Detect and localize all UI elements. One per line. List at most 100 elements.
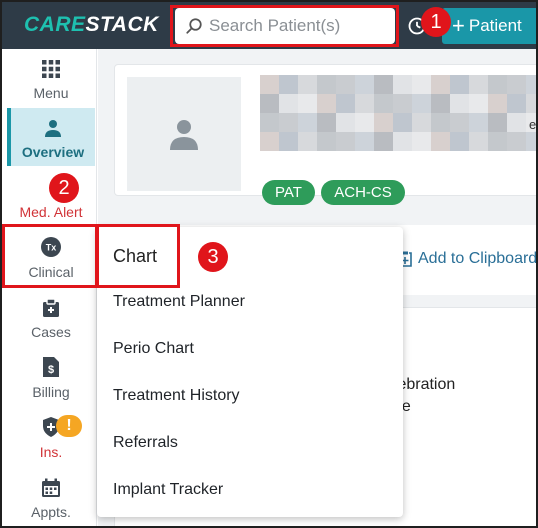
redaction-pixel [469, 94, 488, 113]
redaction-pixel [450, 113, 469, 132]
redaction-pixel [374, 113, 393, 132]
callout-box-search [170, 5, 399, 47]
insurance-warning-badge: ! [56, 415, 82, 437]
redaction-pixel [355, 113, 374, 132]
redaction-pixel [298, 132, 317, 151]
callout-box-chart [96, 224, 180, 288]
tag-ach-cs[interactable]: ACH-CS [321, 180, 405, 205]
redaction-pixel [488, 113, 507, 132]
redaction-pixel [374, 75, 393, 94]
redaction-pixel [279, 132, 298, 151]
redaction-pixel [488, 132, 507, 151]
redaction-pixel [355, 75, 374, 94]
redaction-pixel [317, 94, 336, 113]
redaction-pixel [526, 75, 536, 94]
redaction-pixel [469, 113, 488, 132]
redaction-pixel [469, 75, 488, 94]
redaction-pixel [488, 94, 507, 113]
add-to-clipboard-link[interactable]: Add to Clipboard [398, 250, 536, 268]
redaction-pixel [393, 75, 412, 94]
app-window: CARESTACK +Patient Menu Overview Med. Al… [0, 0, 538, 528]
redaction-pixel [450, 94, 469, 113]
redaction-pixel [260, 75, 279, 94]
redaction-pixel [260, 113, 279, 132]
redaction-pixel [279, 94, 298, 113]
redaction-pixel [260, 132, 279, 151]
redaction-pixel [412, 94, 431, 113]
redaction-pixel [507, 75, 526, 94]
menu-item-treatment-history[interactable]: Treatment History [113, 387, 240, 405]
sidebar-item-label: Med. Alert [19, 204, 83, 220]
sidebar-item-label: Cases [31, 324, 71, 340]
redaction-pixel [336, 132, 355, 151]
grid-icon [42, 60, 60, 78]
sidebar-item-overview[interactable]: Overview [7, 108, 95, 166]
svg-text:$: $ [48, 364, 54, 376]
redaction-pixel [526, 132, 536, 151]
redaction-pixel [336, 94, 355, 113]
callout-badge-1: 1 [421, 7, 451, 37]
redaction-pixel [469, 132, 488, 151]
redaction-pixel [393, 94, 412, 113]
redaction-pixel [298, 94, 317, 113]
calendar-icon [42, 478, 60, 497]
redaction-pixel [260, 94, 279, 113]
redaction-pixel [450, 75, 469, 94]
redaction-pixel [507, 132, 526, 151]
redaction-pixel [336, 75, 355, 94]
truncated-text: e [529, 117, 537, 132]
redaction-pixel [298, 113, 317, 132]
sidebar-item-menu[interactable]: Menu [7, 49, 95, 107]
redaction-pixel [336, 113, 355, 132]
callout-badge-2: 2 [49, 173, 79, 203]
redaction-pixel [374, 132, 393, 151]
redaction-pixel [279, 113, 298, 132]
redaction-pixel [279, 75, 298, 94]
redaction-pixel [412, 75, 431, 94]
sidebar-item-cases[interactable]: Cases [7, 288, 95, 346]
menu-item-perio-chart[interactable]: Perio Chart [113, 340, 194, 358]
sidebar-item-insurance[interactable]: Ins. [7, 408, 95, 466]
patient-card: PAT ACH-CS [114, 64, 536, 205]
callout-badge-3: 3 [198, 242, 228, 272]
callout-box-clinical [2, 224, 98, 288]
redaction-pixel [355, 132, 374, 151]
redaction-pixel [412, 113, 431, 132]
person-placeholder-icon [170, 120, 198, 150]
sidebar-item-appointments[interactable]: Appts. [7, 468, 95, 526]
redaction-pixel [317, 75, 336, 94]
person-icon [45, 120, 61, 137]
redaction-pixel [431, 113, 450, 132]
redaction-pixel [431, 132, 450, 151]
redaction-pixel [488, 75, 507, 94]
sidebar-item-label: Menu [33, 85, 69, 101]
menu-item-treatment-planner[interactable]: Treatment Planner [113, 293, 245, 311]
sidebar-item-label: Billing [32, 384, 70, 400]
redaction-pixel [526, 94, 536, 113]
plus-icon: + [452, 13, 465, 38]
redaction-pixel [507, 113, 526, 132]
redaction-pixel [298, 75, 317, 94]
redaction-pixel [393, 113, 412, 132]
sidebar-item-label: Ins. [39, 444, 63, 460]
billing-icon: $ [43, 357, 59, 377]
sidebar-item-label: Appts. [31, 504, 71, 520]
redaction-pixel [317, 113, 336, 132]
redaction-pixel [355, 94, 374, 113]
menu-item-referrals[interactable]: Referrals [113, 434, 178, 452]
redaction-pixel [412, 132, 431, 151]
redaction-pixel [317, 132, 336, 151]
add-patient-button[interactable]: + Patient [442, 8, 536, 44]
tag-pat[interactable]: PAT [262, 180, 315, 205]
menu-item-implant-tracker[interactable]: Implant Tracker [113, 481, 223, 499]
cases-icon [43, 298, 59, 317]
redacted-patient-details [260, 75, 536, 155]
carestack-logo[interactable]: CARESTACK [24, 13, 159, 37]
sidebar-item-label: Overview [21, 144, 85, 160]
sidebar-item-billing[interactable]: $ Billing [7, 348, 95, 406]
patient-avatar [127, 77, 241, 191]
redaction-pixel [374, 94, 393, 113]
redaction-pixel [431, 94, 450, 113]
redaction-pixel [393, 132, 412, 151]
redaction-pixel [450, 132, 469, 151]
